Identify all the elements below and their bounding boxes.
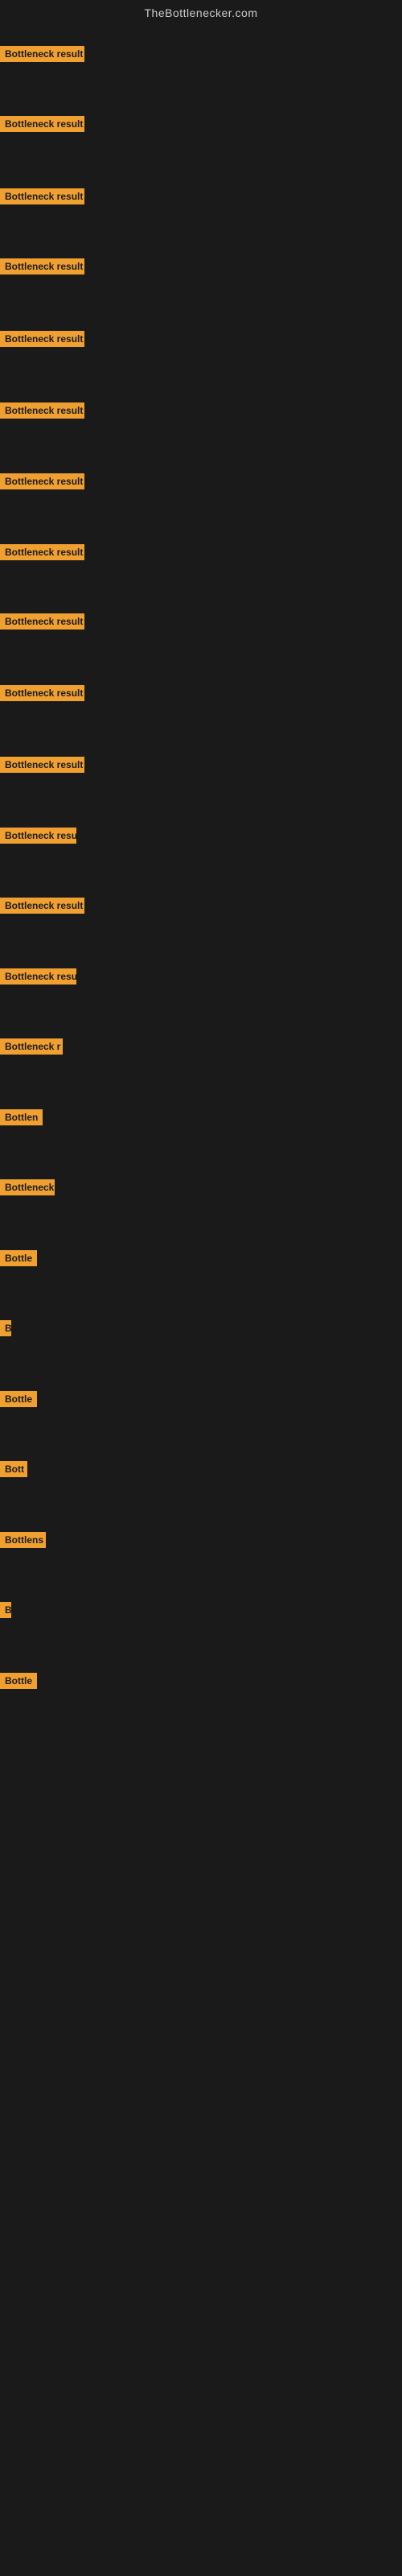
bottleneck-badge-15[interactable]: Bottleneck r bbox=[0, 1038, 63, 1055]
bottleneck-badge-container-10: Bottleneck result bbox=[0, 685, 84, 705]
bottleneck-badge-16[interactable]: Bottlen bbox=[0, 1109, 43, 1125]
bottleneck-badge-container-11: Bottleneck result bbox=[0, 757, 84, 777]
bottleneck-badge-8[interactable]: Bottleneck result bbox=[0, 544, 84, 560]
bottleneck-badge-container-5: Bottleneck result bbox=[0, 331, 84, 351]
bottleneck-badge-container-19: B bbox=[0, 1320, 11, 1340]
bottleneck-badge-20[interactable]: Bottle bbox=[0, 1391, 37, 1407]
bottleneck-badge-6[interactable]: Bottleneck result bbox=[0, 402, 84, 419]
bottleneck-badge-9[interactable]: Bottleneck result bbox=[0, 613, 84, 630]
bottleneck-badge-21[interactable]: Bott bbox=[0, 1461, 27, 1477]
bottleneck-badge-container-16: Bottlen bbox=[0, 1109, 43, 1129]
bottleneck-badge-container-6: Bottleneck result bbox=[0, 402, 84, 423]
bottleneck-badge-13[interactable]: Bottleneck result bbox=[0, 898, 84, 914]
bottleneck-badge-23[interactable]: B bbox=[0, 1602, 11, 1618]
bottleneck-badge-container-24: Bottle bbox=[0, 1673, 37, 1693]
bottleneck-badge-14[interactable]: Bottleneck resu bbox=[0, 968, 76, 985]
bottleneck-badge-container-1: Bottleneck result bbox=[0, 46, 84, 66]
bottleneck-badge-container-9: Bottleneck result bbox=[0, 613, 84, 634]
bottleneck-badge-container-22: Bottlens bbox=[0, 1532, 46, 1552]
bottleneck-badge-7[interactable]: Bottleneck result bbox=[0, 473, 84, 489]
bottleneck-badge-container-12: Bottleneck resu bbox=[0, 828, 76, 848]
bottleneck-badge-container-7: Bottleneck result bbox=[0, 473, 84, 493]
bottleneck-badge-1[interactable]: Bottleneck result bbox=[0, 46, 84, 62]
bottleneck-badge-17[interactable]: Bottleneck bbox=[0, 1179, 55, 1195]
bottleneck-badge-19[interactable]: B bbox=[0, 1320, 11, 1336]
bottleneck-badge-22[interactable]: Bottlens bbox=[0, 1532, 46, 1548]
bottleneck-badge-2[interactable]: Bottleneck result bbox=[0, 116, 84, 132]
bottleneck-badge-container-18: Bottle bbox=[0, 1250, 37, 1270]
bottleneck-badge-3[interactable]: Bottleneck result bbox=[0, 188, 84, 204]
bottleneck-badge-container-20: Bottle bbox=[0, 1391, 37, 1411]
bottleneck-badge-container-8: Bottleneck result bbox=[0, 544, 84, 564]
site-title: TheBottlenecker.com bbox=[0, 0, 402, 23]
bottleneck-badge-container-15: Bottleneck r bbox=[0, 1038, 63, 1059]
bottleneck-badge-11[interactable]: Bottleneck result bbox=[0, 757, 84, 773]
bottleneck-badge-24[interactable]: Bottle bbox=[0, 1673, 37, 1689]
bottleneck-badge-container-17: Bottleneck bbox=[0, 1179, 55, 1199]
bottleneck-badge-18[interactable]: Bottle bbox=[0, 1250, 37, 1266]
bottleneck-badge-container-14: Bottleneck resu bbox=[0, 968, 76, 989]
bottleneck-badge-container-23: B bbox=[0, 1602, 11, 1622]
bottleneck-badge-container-21: Bott bbox=[0, 1461, 27, 1481]
bottleneck-badge-container-4: Bottleneck result bbox=[0, 258, 84, 279]
bottleneck-badge-container-2: Bottleneck result bbox=[0, 116, 84, 136]
bottleneck-badge-5[interactable]: Bottleneck result bbox=[0, 331, 84, 347]
bottleneck-badge-4[interactable]: Bottleneck result bbox=[0, 258, 84, 275]
bottleneck-badge-12[interactable]: Bottleneck resu bbox=[0, 828, 76, 844]
bottleneck-badge-container-13: Bottleneck result bbox=[0, 898, 84, 918]
bottleneck-badge-10[interactable]: Bottleneck result bbox=[0, 685, 84, 701]
bottleneck-badge-container-3: Bottleneck result bbox=[0, 188, 84, 208]
